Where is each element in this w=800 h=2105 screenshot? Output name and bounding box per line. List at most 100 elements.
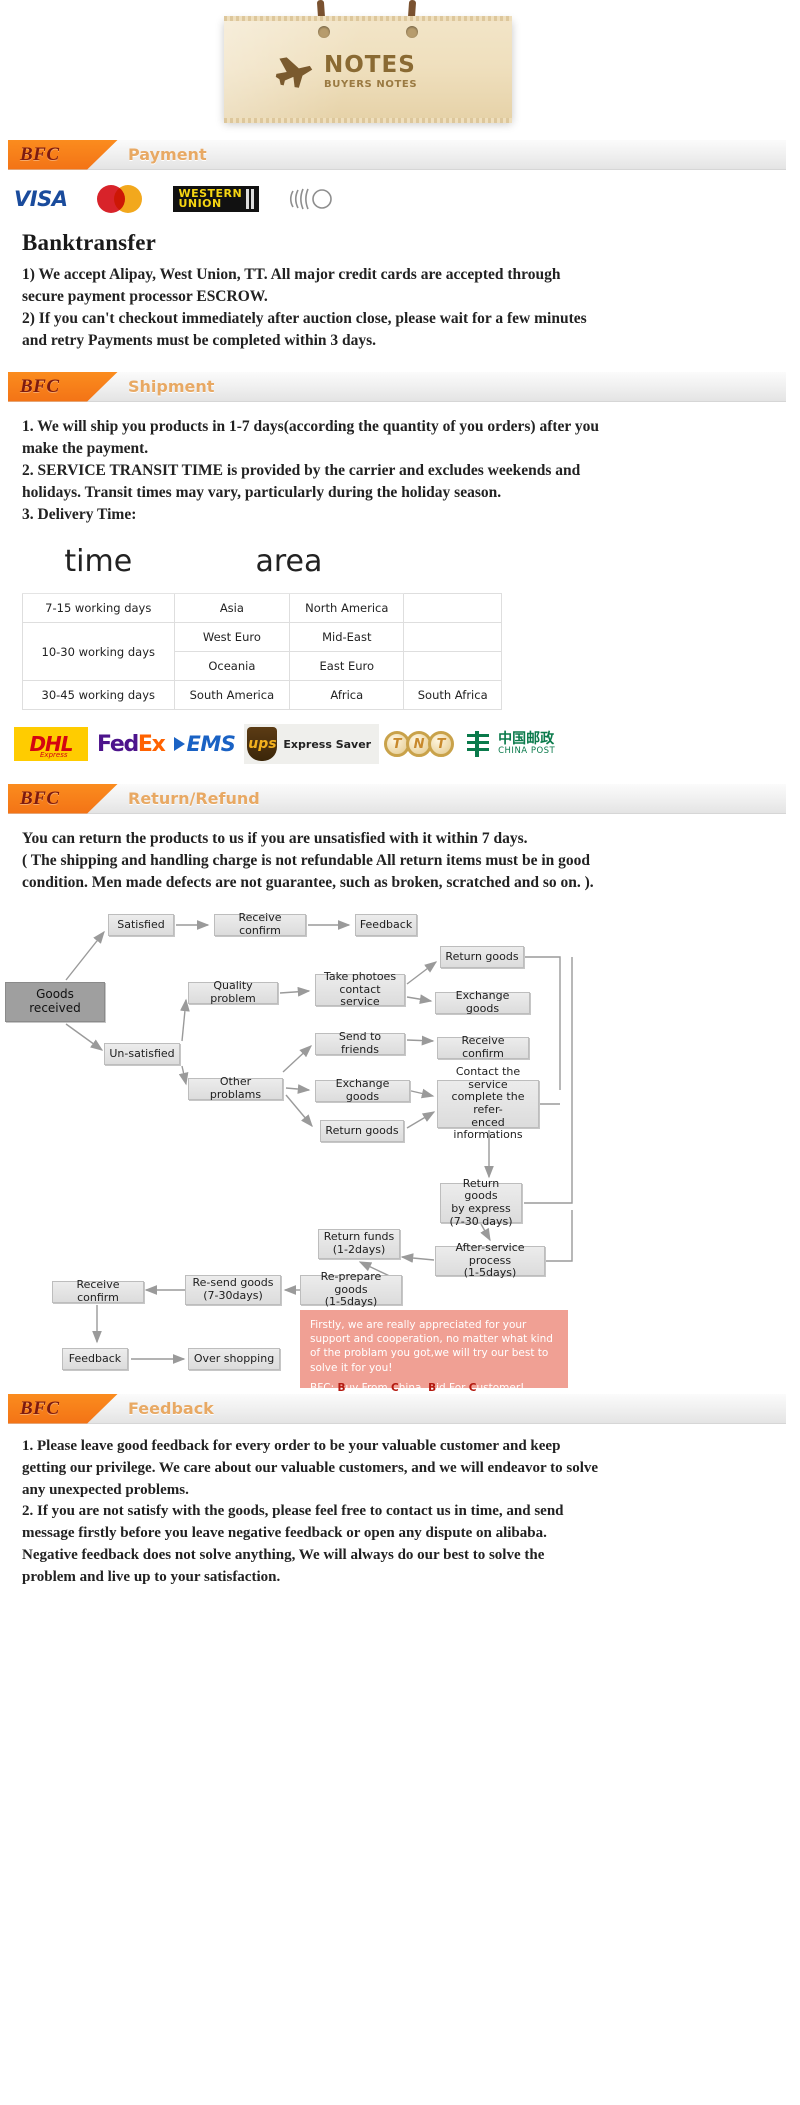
ups-label: ups xyxy=(248,736,277,752)
china-post-en: CHINA POST xyxy=(498,745,556,756)
ups-sub: Express Saver xyxy=(283,737,372,751)
bfc-badge-label: BFC xyxy=(20,1397,60,1419)
western-union-logo: WESTERN UNION xyxy=(173,185,260,213)
flow-node-satisfied: Satisfied xyxy=(108,914,174,936)
cell-area-b: North America xyxy=(289,593,405,623)
flow-node-return-goods-1: Return goods xyxy=(320,1120,404,1142)
return-line-2: ( The shipping and handling charge is no… xyxy=(22,852,591,869)
tnt-logo: T N T xyxy=(384,731,455,757)
cell-area-a: West Euro xyxy=(173,622,291,652)
flow-node-after-service: After-service process (1-5days) xyxy=(435,1241,545,1279)
bfc-badge-label: BFC xyxy=(20,787,60,809)
flow-node-receive-confirm-1: Receive confirm xyxy=(214,912,306,937)
notes-title: NOTES xyxy=(324,52,416,78)
contactless-logo xyxy=(290,188,333,210)
shipment-line-2: make the payment. xyxy=(22,440,149,457)
cell-area-c xyxy=(403,593,502,623)
bfc-badge: BFC xyxy=(8,1393,118,1424)
visa-logo: VISA xyxy=(14,187,68,211)
note-line-1: Firstly, we are really appreciated for y… xyxy=(310,1319,553,1374)
section-header-payment: BFC Payment xyxy=(8,139,786,170)
feedback-line-5: message firstly before you leave negativ… xyxy=(22,1525,547,1541)
feedback-body: 1. Please leave good feedback for every … xyxy=(0,1424,800,1588)
ems-label: EMS xyxy=(186,732,236,756)
buyers-notes-tag: NOTES BUYERS NOTES xyxy=(0,0,800,140)
flow-node-feedback-1: Feedback xyxy=(355,914,417,936)
payment-line-4: and retry Payments must be completed wit… xyxy=(22,332,377,349)
payment-line-2: secure payment processor ESCROW. xyxy=(22,288,268,305)
return-line-3: condition. Men made defects are not guar… xyxy=(22,874,594,891)
section-title-shipment: Shipment xyxy=(128,377,215,396)
shipment-line-5: 3. Delivery Time: xyxy=(22,506,137,523)
china-post-cn: 中国邮政 xyxy=(498,731,555,748)
airplane-icon xyxy=(275,57,313,88)
flow-node-return-goods-2: Return goods xyxy=(440,946,524,968)
mastercard-logo xyxy=(97,185,143,213)
cell-area-a: Asia xyxy=(173,593,291,623)
bfc-note-box: Firstly, we are really appreciated for y… xyxy=(300,1310,568,1414)
flow-node-receive-confirm-2: Receive confirm xyxy=(437,1035,529,1060)
table-row: 30-45 working days South America Africa … xyxy=(22,680,502,710)
flow-node-quality-problem: Quality problem xyxy=(188,980,278,1005)
flow-node-contact-service: Contact the service complete the refer-en… xyxy=(437,1065,539,1141)
shipment-line-4: holidays. Transit times may vary, partic… xyxy=(22,484,502,501)
cell-time: 10-30 working days xyxy=(22,622,175,681)
section-header-return-refund: BFC Return/Refund xyxy=(8,783,786,814)
china-post-logo: 中国邮政 CHINA POST xyxy=(463,729,555,759)
feedback-line-2: getting our privilege. We care about our… xyxy=(22,1459,599,1476)
table-header-time: time xyxy=(22,534,175,594)
payment-body: Banktransfer 1) We accept Alipay, West U… xyxy=(0,230,800,352)
cell-time: 30-45 working days xyxy=(22,680,175,710)
flow-node-receive-confirm-3: Receive confirm xyxy=(52,1279,144,1304)
note-line-2: BFC: Buy From China, Bid For Customer! xyxy=(310,1381,525,1394)
section-title-return-refund: Return/Refund xyxy=(128,789,260,808)
dhl-sub: Express xyxy=(40,751,68,759)
tag-hole-left xyxy=(318,26,330,38)
return-process-flowchart: Firstly, we are really appreciated for y… xyxy=(0,900,800,1414)
cell-area-a: South America xyxy=(173,680,291,710)
bfc-badge-label: BFC xyxy=(20,143,60,165)
fedex-logo: Fed Ex xyxy=(97,731,166,757)
section-header-feedback: BFC Feedback xyxy=(8,1393,786,1424)
tag-hole-right xyxy=(406,26,418,38)
ems-logo: EMS xyxy=(173,732,236,756)
notes-page: NOTES BUYERS NOTES BFC Payment VISA WEST… xyxy=(0,0,800,2105)
return-line-1: You can return the products to us if you… xyxy=(22,830,528,847)
shipment-body: 1. We will ship you products in 1-7 days… xyxy=(0,402,800,526)
flow-node-return-by-express: Return goods by express (7-30 days) xyxy=(440,1177,522,1227)
flow-node-over-shopping: Over shopping xyxy=(188,1348,280,1370)
ems-triangle-icon xyxy=(173,737,185,751)
cell-time: 7-15 working days xyxy=(22,593,175,623)
cell-area-b: Mid-East xyxy=(289,622,405,652)
feedback-line-6: Negative feedback does not solve anythin… xyxy=(22,1546,545,1563)
flow-node-un-satisfied: Un-satisfied xyxy=(104,1043,180,1065)
flow-node-goods-received: Goods received xyxy=(5,982,105,1022)
tnt-letter-3: T xyxy=(428,731,455,757)
flow-node-return-funds: Return funds (1-2days) xyxy=(318,1229,400,1259)
flow-node-feedback-2: Feedback xyxy=(62,1348,128,1370)
cell-area-a: Oceania xyxy=(173,651,291,681)
payment-logos: VISA WESTERN UNION xyxy=(0,170,800,218)
shipment-line-3: 2. SERVICE TRANSIT TIME is provided by t… xyxy=(22,462,581,479)
ups-shield-icon: ups xyxy=(247,727,278,761)
flow-node-re-send-goods: Re-send goods (7-30days) xyxy=(185,1275,281,1305)
bfc-badge-label: BFC xyxy=(20,375,60,397)
section-title-feedback: Feedback xyxy=(128,1399,214,1418)
fedex-part-b: Ex xyxy=(137,731,166,757)
payment-line-3: 2) If you can't checkout immediately aft… xyxy=(22,310,587,327)
table-header-row: time area xyxy=(22,534,502,594)
feedback-line-1: 1. Please leave good feedback for every … xyxy=(22,1438,561,1454)
flow-node-other-problems: Other problams xyxy=(188,1076,283,1101)
delivery-time-table: time area 7-15 working days Asia North A… xyxy=(22,534,502,710)
western-union-line2: UNION xyxy=(178,197,222,210)
feedback-line-4: 2. If you are not satisfy with the goods… xyxy=(22,1503,564,1520)
flow-node-take-photos: Take photoes contact service xyxy=(315,970,405,1008)
cell-area-b: Africa xyxy=(289,680,405,710)
section-title-payment: Payment xyxy=(128,145,207,164)
banktransfer-heading: Banktransfer xyxy=(22,230,157,255)
shipment-line-1: 1. We will ship you products in 1-7 days… xyxy=(22,418,599,435)
cell-area-c xyxy=(403,622,502,652)
cell-area-b: East Euro xyxy=(289,651,405,681)
cell-area-c xyxy=(403,651,502,681)
dhl-logo: DHL Express xyxy=(14,727,88,761)
